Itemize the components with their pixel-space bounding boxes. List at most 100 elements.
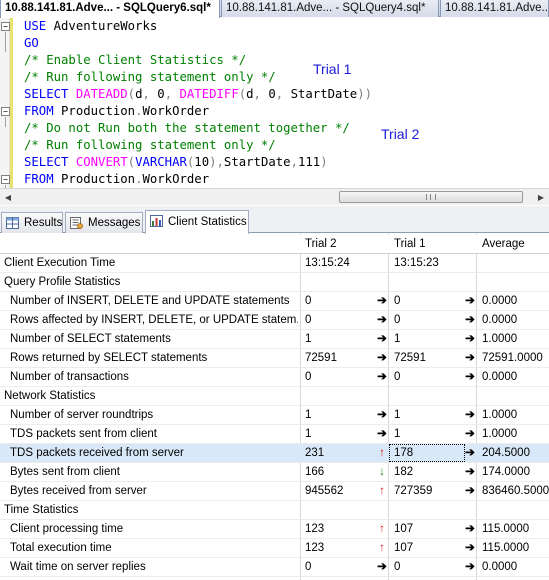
trial-2-value: 123 (305, 542, 325, 554)
stat-row[interactable]: Client Execution Time 13:15:24 13:15:23 (0, 254, 549, 273)
tab-client-statistics[interactable]: Client Statistics (145, 210, 249, 234)
average-value: 115.0000 (482, 523, 530, 535)
trial-1-value: 1 (394, 428, 401, 440)
editor-horizontal-scrollbar[interactable]: ◀ ▶ (0, 188, 549, 205)
section-header-row[interactable]: Time Statistics (0, 501, 549, 520)
trial-2-value: 166 (305, 466, 325, 478)
trial-1-value: 72591 (394, 352, 426, 364)
code-token: StartDate (283, 87, 358, 101)
stat-row[interactable]: TDS packets received from server 231 ↑ 178 ➔… (0, 444, 549, 463)
scrollbar-thumb[interactable] (339, 191, 523, 203)
annotation-trial-2: Trial 2 (381, 126, 420, 142)
code-token: /* Run following statement only */ (24, 138, 276, 152)
doc-tab-sqlquery4[interactable]: 10.88.141.81.Adve... - SQLQuery4.sql* (221, 0, 439, 17)
trial-2-value: 945562 (305, 485, 344, 497)
stat-row[interactable]: Number of transactions 0 ➔ 0 ➔ 0.0000 (0, 368, 549, 387)
stat-row[interactable]: Number of server roundtrips 1 ➔ 1 ➔ 1.0000 (0, 406, 549, 425)
code-token: d (246, 87, 254, 101)
section-label: Network Statistics (4, 390, 96, 402)
code-line[interactable]: SELECT DATEADD(d, 0, DATEDIFF(d, 0, Star… (24, 86, 372, 103)
scroll-left-icon[interactable]: ◀ (0, 190, 16, 205)
section-header-row[interactable]: Query Profile Statistics (0, 273, 549, 292)
tab-messages-label: Messages (88, 217, 141, 229)
stat-name: Bytes received from server (10, 485, 147, 497)
arrow-right-icon: ➔ (465, 447, 475, 459)
code-line[interactable]: FROM Production.WorkOrder (24, 103, 372, 120)
average-value: 72591.0000 (482, 352, 543, 364)
arrow-right-icon: ➔ (377, 561, 387, 573)
code-token: USE (24, 19, 47, 33)
trial-2-value: 1 (305, 428, 312, 440)
header-trial-1[interactable]: Trial 1 (394, 235, 454, 254)
trial-2-value: 1 (305, 333, 312, 345)
stat-name: Number of SELECT statements (10, 333, 171, 345)
code-line[interactable]: GO (24, 35, 372, 52)
stat-row[interactable]: Rows affected by INSERT, DELETE, or UPDA… (0, 311, 549, 330)
trial-1-value: 0 (394, 371, 401, 383)
stat-row[interactable]: Number of SELECT statements 1 ➔ 1 ➔ 1.0000 (0, 330, 549, 349)
query-editor[interactable]: − − − USE AdventureWorks GO/* Enable Clie… (0, 18, 549, 188)
stat-row[interactable]: Client processing time 123 ↑ 107 ➔ 115.0000 (0, 520, 549, 539)
messages-icon (70, 217, 83, 229)
stat-row[interactable]: TDS packets sent from client 1 ➔ 1 ➔ 1.0000 (0, 425, 549, 444)
code-line[interactable]: SELECT CONVERT(VARCHAR(10),StartDate,111… (24, 154, 372, 171)
stat-name: Client processing time (10, 523, 124, 535)
code-text[interactable]: USE AdventureWorks GO/* Enable Client Sta… (24, 18, 372, 188)
scroll-right-icon[interactable]: ▶ (533, 190, 549, 205)
collapse-toggle-icon[interactable]: − (1, 22, 10, 31)
trial-2-value: 123 (305, 523, 325, 535)
code-line[interactable]: USE AdventureWorks (24, 18, 372, 35)
code-token: ), (209, 155, 224, 169)
arrow-right-icon: ➔ (377, 352, 387, 364)
arrow-down-icon: ↓ (379, 466, 385, 478)
header-trial-2[interactable]: Trial 2 (305, 235, 365, 254)
stat-name: Total execution time (10, 542, 112, 554)
arrow-right-icon: ➔ (465, 371, 475, 383)
tab-messages[interactable]: Messages (65, 212, 143, 233)
code-token: , (142, 87, 150, 101)
code-token: , (164, 87, 173, 101)
outline-guide (5, 32, 6, 52)
stat-row[interactable]: Total execution time 123 ↑ 107 ➔ 115.0000 (0, 539, 549, 558)
doc-tab-label: 10.88.141.81.Adve... - SQLQuery4.sql* (226, 2, 426, 14)
code-token: 10 (194, 155, 210, 169)
code-token: FROM (24, 172, 54, 186)
collapse-toggle-icon[interactable]: − (1, 175, 10, 184)
doc-tab-third[interactable]: 10.88.141.81.Adve... (440, 0, 549, 17)
section-label: Query Profile Statistics (4, 276, 121, 288)
code-line[interactable]: /* Do not Run both the statement togethe… (24, 120, 372, 137)
header-average[interactable]: Average (482, 235, 549, 254)
arrow-right-icon: ➔ (465, 314, 475, 326)
trial-1-value: 107 (394, 523, 414, 535)
collapse-toggle-icon[interactable]: − (1, 107, 10, 116)
stat-row[interactable]: Rows returned by SELECT statements 72591 ➔… (0, 349, 549, 368)
stat-row[interactable]: Wait time on server replies 0 ➔ 0 ➔ 0.0000 (0, 558, 549, 577)
client-statistics-grid[interactable]: Trial 2 Trial 1 Average Client Execution… (0, 233, 549, 580)
arrow-right-icon: ➔ (377, 314, 387, 326)
arrow-right-icon: ➔ (465, 466, 475, 478)
arrow-right-icon: ➔ (377, 428, 387, 440)
grip-icon (426, 194, 436, 200)
doc-tab-sqlquery6[interactable]: 10.88.141.81.Adve... - SQLQuery6.sql* (0, 0, 220, 18)
arrow-right-icon: ➔ (465, 428, 475, 440)
trial-2-value: 0 (305, 314, 312, 326)
code-line[interactable]: FROM Production.WorkOrder (24, 171, 372, 188)
code-token: SELECT (24, 155, 69, 169)
tab-results[interactable]: Results (1, 212, 63, 233)
arrow-right-icon: ➔ (377, 409, 387, 421)
arrow-right-icon: ➔ (377, 295, 387, 307)
stat-row[interactable]: Bytes sent from client 166 ↓ 182 ➔ 174.0000 (0, 463, 549, 482)
trial-2-value: 13:15:24 (305, 257, 350, 269)
stat-row[interactable]: Number of INSERT, DELETE and UPDATE stat… (0, 292, 549, 311)
changed-lines-marker (10, 18, 13, 188)
average-value: 204.5000 (482, 447, 530, 459)
arrow-right-icon: ➔ (465, 352, 475, 364)
stat-row[interactable]: Bytes received from server 945562 ↑ 727359 ➔… (0, 482, 549, 501)
code-line[interactable]: /* Run following statement only */ (24, 137, 372, 154)
trial-1-value: 182 (394, 466, 414, 478)
section-header-row[interactable]: Network Statistics (0, 387, 549, 406)
stat-name: TDS packets received from server (10, 447, 184, 459)
stat-name: TDS packets sent from client (10, 428, 157, 440)
arrow-right-icon: ➔ (377, 371, 387, 383)
